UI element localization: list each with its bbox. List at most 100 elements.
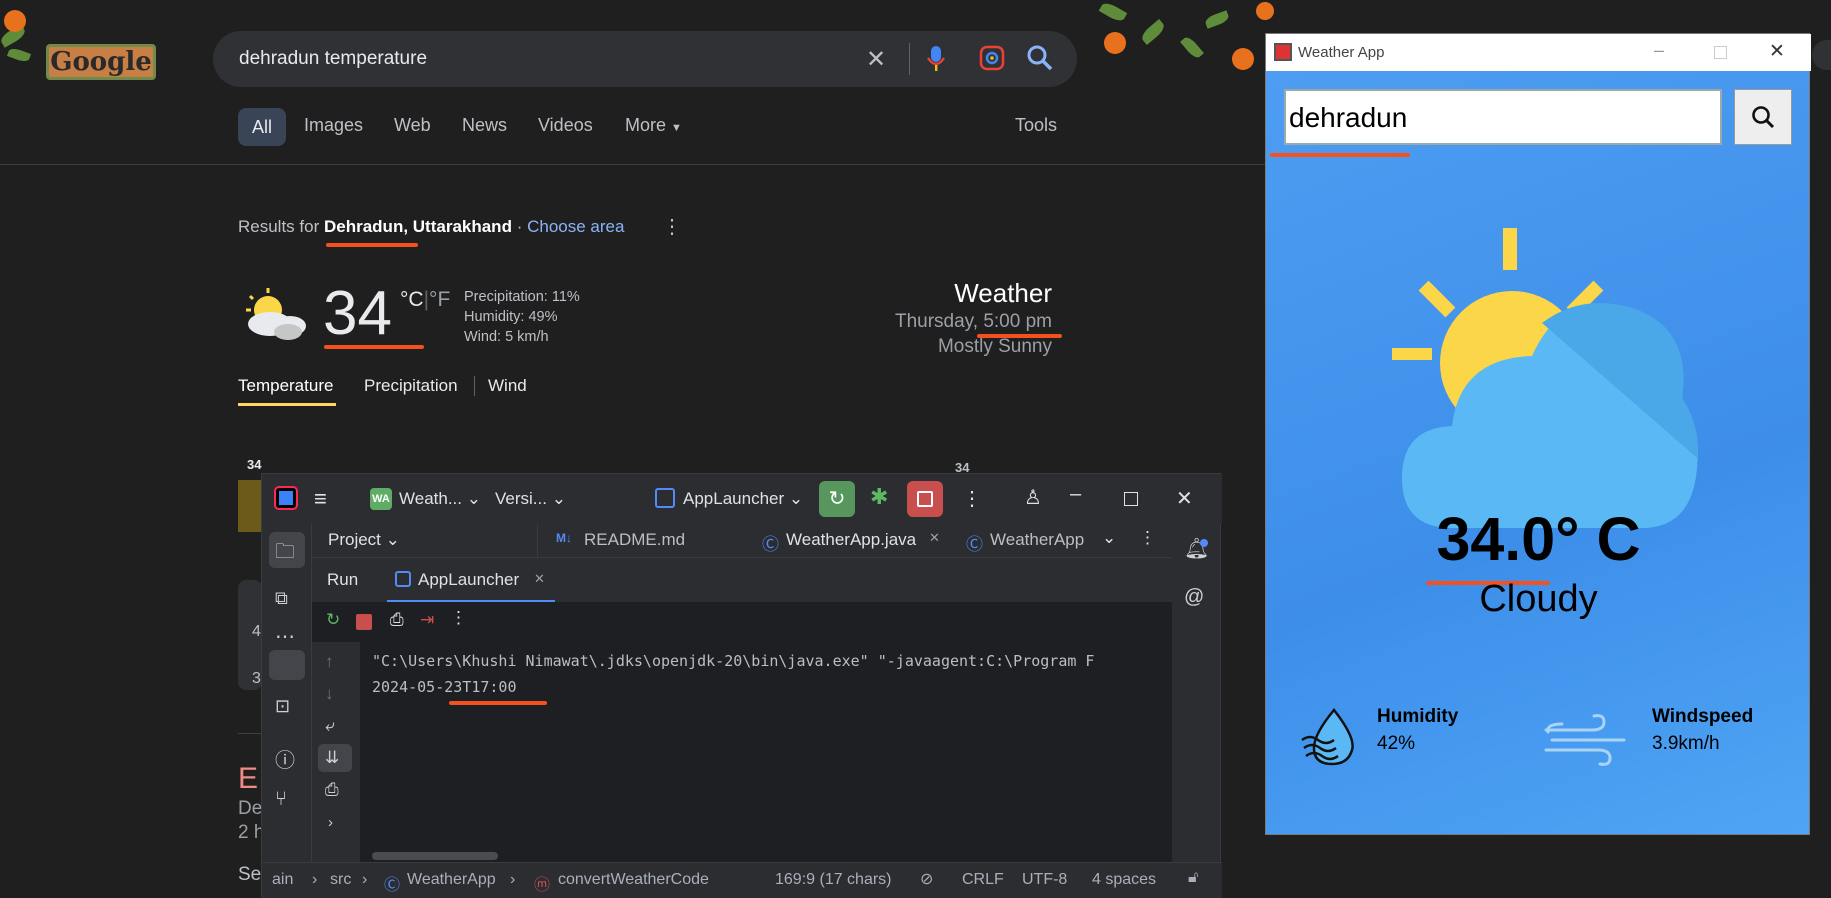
expand-icon[interactable]: › [328, 814, 333, 831]
annotation-underline [977, 334, 1062, 338]
lock-icon[interactable]: 🔓︎ [1188, 869, 1198, 887]
horizontal-scrollbar[interactable] [372, 852, 498, 860]
partial-text: 3 [252, 670, 261, 687]
problems-icon[interactable]: ⓘ [275, 744, 295, 773]
breadcrumb-separator: › [362, 871, 368, 888]
google-doodle-logo[interactable]: Google [46, 44, 156, 80]
project-selector[interactable]: Weath... ⌄ [399, 489, 481, 509]
project-panel-toggle[interactable]: Project ⌄ [328, 530, 400, 550]
close-tab-icon[interactable]: ✕ [929, 530, 940, 546]
console-output[interactable]: ↑ ↓ ⤶ ⇊ ⎙ › "C:\Users\Khushi Nimawat\.jd… [312, 642, 1172, 862]
close-icon[interactable]: ✕ [1176, 486, 1193, 511]
stop-button[interactable] [907, 481, 943, 517]
active-tab-indicator [238, 403, 336, 406]
up-arrow-icon[interactable]: ↑ [325, 652, 334, 672]
stop-icon[interactable] [356, 614, 372, 630]
indent-setting[interactable]: 4 spaces [1092, 871, 1156, 889]
close-tab-icon[interactable]: ✕ [534, 571, 545, 587]
tabs-more-icon[interactable]: ⋮ [1139, 528, 1156, 548]
debug-icon[interactable]: ✱ [870, 484, 888, 510]
result-title-partial[interactable]: E [238, 762, 258, 796]
rerun-icon[interactable]: ↻ [326, 610, 340, 630]
more-icon[interactable]: ⋮ [450, 608, 467, 628]
maximize-icon[interactable] [1124, 492, 1138, 506]
tab-images[interactable]: Images [304, 115, 363, 136]
tab-web[interactable]: Web [394, 115, 431, 136]
more-options-icon[interactable]: ⋮ [662, 214, 682, 239]
google-header: Google dehradun temperature ✕ All Images… [0, 0, 1274, 165]
clear-icon[interactable]: ✕ [866, 45, 886, 74]
vcs-selector[interactable]: Versi... ⌄ [495, 489, 566, 509]
structure-icon[interactable]: ⧉ [275, 588, 288, 609]
tab-weatherapp-java[interactable]: WeatherApp.java [786, 530, 916, 550]
flower-decoration [1256, 2, 1274, 20]
minimize-icon[interactable]: – [1070, 483, 1081, 506]
leaf-decoration [6, 46, 32, 64]
tab-all[interactable]: All [238, 108, 286, 146]
divider [537, 524, 538, 557]
partly-sunny-icon [238, 286, 310, 342]
tab-news[interactable]: News [462, 115, 507, 136]
tabs-dropdown-icon[interactable]: ⌄ [1102, 528, 1116, 548]
java-app-icon [1274, 43, 1292, 61]
git-icon[interactable]: ⑂ [275, 788, 287, 811]
exit-icon[interactable]: ⇥ [420, 610, 434, 630]
precipitation-text: Precipitation: 11% [464, 289, 580, 305]
breadcrumb-item[interactable]: convertWeatherCode [558, 871, 709, 889]
search-icon[interactable] [1025, 43, 1055, 78]
background-window-edge [1812, 40, 1831, 70]
tab-more[interactable]: More ▼ [625, 115, 682, 136]
unit-celsius[interactable]: °C [400, 288, 424, 311]
screenshot-icon[interactable]: ⎙ [390, 610, 404, 630]
run-config-icon [395, 571, 411, 587]
search-box[interactable]: dehradun temperature ✕ [213, 31, 1077, 87]
tab-readme[interactable]: README.md [584, 530, 685, 550]
annotation-underline [449, 701, 547, 705]
breadcrumb-item[interactable]: WeatherApp [407, 871, 496, 889]
humidity-label: Humidity [1377, 706, 1459, 727]
close-icon[interactable]: ✕ [1769, 40, 1785, 63]
inspection-icon[interactable]: ⊘ [920, 869, 933, 889]
tools-button[interactable]: Tools [1015, 115, 1057, 136]
soft-wrap-icon[interactable]: ⤶ [325, 716, 335, 736]
terminal-icon[interactable]: ⊡ [275, 696, 290, 717]
folder-icon[interactable]: 🗀 [275, 537, 295, 571]
run-tab-label[interactable]: AppLauncher [418, 570, 519, 590]
tab-videos[interactable]: Videos [538, 115, 593, 136]
cloudy-weather-icon [1392, 228, 1702, 533]
rerun-button[interactable]: ↻ [819, 481, 855, 517]
class-run-icon: Ⓒ [966, 535, 983, 554]
unit-toggle[interactable]: °C|°F [400, 288, 450, 312]
weather-title: Weather [954, 278, 1052, 308]
more-tools-icon[interactable]: ⋯ [275, 624, 295, 649]
more-actions-icon[interactable]: ⋮ [962, 486, 982, 511]
account-icon[interactable]: ♙ [1024, 485, 1042, 510]
microphone-icon[interactable] [926, 44, 946, 79]
tab-weatherapp[interactable]: WeatherApp [990, 530, 1090, 550]
cursor-position[interactable]: 169:9 (17 chars) [775, 871, 892, 889]
unit-fahrenheit[interactable]: °F [429, 288, 450, 311]
ai-assistant-icon[interactable]: @ [1184, 586, 1204, 609]
print-icon[interactable]: ⎙ [325, 780, 339, 800]
lens-icon[interactable] [979, 45, 1005, 76]
city-search-input[interactable]: dehradun [1284, 89, 1722, 145]
line-separator[interactable]: CRLF [962, 871, 1004, 889]
search-input[interactable]: dehradun temperature [239, 48, 427, 70]
breadcrumb-separator: › [510, 871, 516, 888]
choose-area-link[interactable]: Choose area [527, 217, 624, 236]
scroll-to-end-icon[interactable]: ⇊ [325, 748, 339, 768]
tab-temperature[interactable]: Temperature [238, 376, 333, 396]
search-button[interactable] [1734, 89, 1792, 145]
tab-wind[interactable]: Wind [488, 376, 527, 396]
breadcrumb-item[interactable]: ain [272, 871, 293, 889]
maximize-icon [1714, 46, 1727, 59]
results-for-line: Results for Dehradun, Uttarakhand · Choo… [238, 217, 624, 237]
breadcrumb-item[interactable]: src [330, 871, 351, 889]
run-config-selector[interactable]: AppLauncher ⌄ [683, 489, 803, 509]
minimize-icon[interactable]: – [1654, 40, 1664, 61]
down-arrow-icon[interactable]: ↓ [325, 684, 334, 704]
markdown-icon: M↓ [556, 531, 572, 545]
file-encoding[interactable]: UTF-8 [1022, 871, 1067, 889]
main-menu-icon[interactable]: ≡ [314, 486, 327, 512]
tab-precipitation[interactable]: Precipitation [364, 376, 458, 396]
